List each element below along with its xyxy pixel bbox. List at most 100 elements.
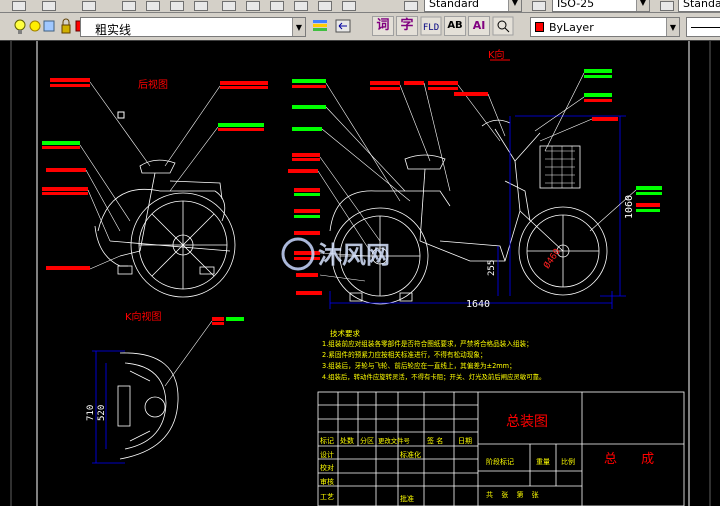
markup-icon[interactable] [318,1,332,11]
styles-toolbar: Standard ▼ ISO-25 ▼ Standard [0,0,720,13]
color-swatch-icon [535,22,544,32]
front-fork [519,210,564,252]
hdr-zone: 分区 [360,436,374,445]
zoom-window-icon[interactable] [170,1,184,11]
rear-view-title: 后视图 [138,78,168,91]
k-view-outline [119,352,179,460]
help-icon[interactable] [342,1,356,11]
hdr-count: 处数 [340,436,354,445]
svg-text:FLD: FLD [423,23,439,33]
footboard [439,240,506,262]
color-control-select[interactable]: ByLayer ▼ [530,17,680,37]
dim-style-icon [532,1,546,11]
main-frame [419,160,521,262]
layer-tools [313,19,351,33]
hdr-date: 日期 [458,437,472,445]
tech-line-4: 4.组装后，转动件应旋转灵活，不得有卡阻；开关、灯光及前后闸应灵敏可靠。 [322,372,545,381]
text-style-icon [404,1,418,11]
table-style-select[interactable]: Standard [678,0,720,12]
tool-palette-icon[interactable] [270,1,284,11]
tech-line-1: 1.组装前应对组装各零部件是否符合图纸要求，严禁将合格品装入组装； [322,339,533,348]
scale-text-button[interactable]: AB [444,16,466,36]
hdr-weight: 重量 [536,458,550,466]
watermark-text: 沐风网 [318,241,390,269]
layers-toolbar: 粗实线 ▼ 词 字 FLD AB AI ByLayer ▼ [0,13,720,41]
hdr-stage: 阶段标记 [486,457,514,466]
k-view-drawing [117,352,179,460]
dim-small-c-text: 255 [487,260,497,276]
hdr-mark: 标记 [320,436,334,445]
dim-wheel-text: Ø460 [541,247,562,271]
chevron-down-icon: ▼ [292,18,305,36]
tech-line-2: 2.紧固件的预紧力应按相关标准进行，不得有松动现象； [322,350,487,359]
layer-select[interactable]: 粗实线 ▼ [80,17,306,37]
color-control-value: ByLayer [549,21,594,34]
tech-requirements-title: 技术要求 [330,328,360,338]
chevron-down-icon: ▼ [508,0,521,11]
text-style-value: Standard [429,0,480,10]
rear-rack [169,180,223,200]
text-style-select[interactable]: Standard ▼ [424,0,522,12]
viewport-freeze-icon [43,20,55,32]
rear-fender [97,189,226,232]
sun-icon [29,20,41,32]
design-center-icon[interactable] [246,1,260,11]
drawing-canvas[interactable]: 1640 1060 255 Ø460 后视图 K向 K向视图 710 520 技… [0,41,720,506]
find-replace-icon[interactable] [492,16,514,36]
current-layer-label: 粗实线 [95,23,132,37]
hdr-sheets: 共 张 第 张 [486,490,542,499]
layer-previous-icon [335,19,351,33]
rear-fender [329,190,451,232]
arrow-down-icon[interactable] [42,1,56,11]
seat [404,154,446,170]
lightbulb-icon [14,19,26,34]
drawing-name: 总装图 [506,414,548,430]
justify-text-label: AI [472,19,486,32]
arrow-down-icon[interactable] [82,1,96,11]
hdr-scale: 比例 [561,457,575,466]
palette-icon[interactable] [12,1,26,11]
hdr-approve: 批准 [400,494,414,503]
dim-height-text: 1060 [624,195,635,219]
justify-text-button[interactable]: AI [468,16,490,36]
dim-length-text: 1640 [466,299,490,310]
part-name: 总 成 [604,452,664,467]
k-view-title: K向视图 [125,310,162,323]
tech-line-3: 3.组装后，牙轮与飞轮、前后轮应在一直线上，其偏差为±2mm； [322,361,516,370]
linetype-preview [691,27,720,28]
table-style-value: Standard [683,0,720,10]
chevron-down-icon: ▼ [636,0,649,11]
zoom-realtime-icon[interactable] [146,1,160,11]
hdr-check: 校对 [320,463,334,472]
pan-icon[interactable] [122,1,136,11]
hdr-review: 审核 [320,477,334,486]
dtext-label: 字 [400,18,414,33]
layer-state-icons [14,18,86,34]
handlebar-stem [494,128,541,162]
table-style-icon [660,1,674,11]
title-block [317,391,685,506]
zoom-previous-icon[interactable] [194,1,208,11]
dim-style-value: ISO-25 [557,0,595,10]
dim-k-inner-text: 520 [97,405,107,421]
rear-view-drawing [94,159,236,298]
hdr-std: 标准化 [400,450,421,459]
linetype-control-select[interactable] [686,17,720,37]
dim-style-select[interactable]: ISO-25 ▼ [552,0,650,12]
hdr-design: 设计 [320,450,334,459]
seat [139,159,176,174]
ucs-marker [117,111,125,119]
field-icon[interactable]: FLD [420,16,442,36]
sheet-set-icon[interactable] [294,1,308,11]
text-edit-button[interactable]: 词 [372,16,394,36]
hdr-doc: 更改文件号 [378,436,410,445]
scale-text-label: AB [447,20,463,31]
lock-icon [61,18,71,34]
hdr-sign: 签 名 [427,436,443,445]
dtext-button[interactable]: 字 [396,16,418,36]
properties-icon[interactable] [222,1,236,11]
dim-k-outer-text: 710 [86,405,96,421]
side-view-drawing [329,119,608,305]
text-edit-label: 词 [376,18,390,33]
layer-properties-icon [313,20,327,31]
